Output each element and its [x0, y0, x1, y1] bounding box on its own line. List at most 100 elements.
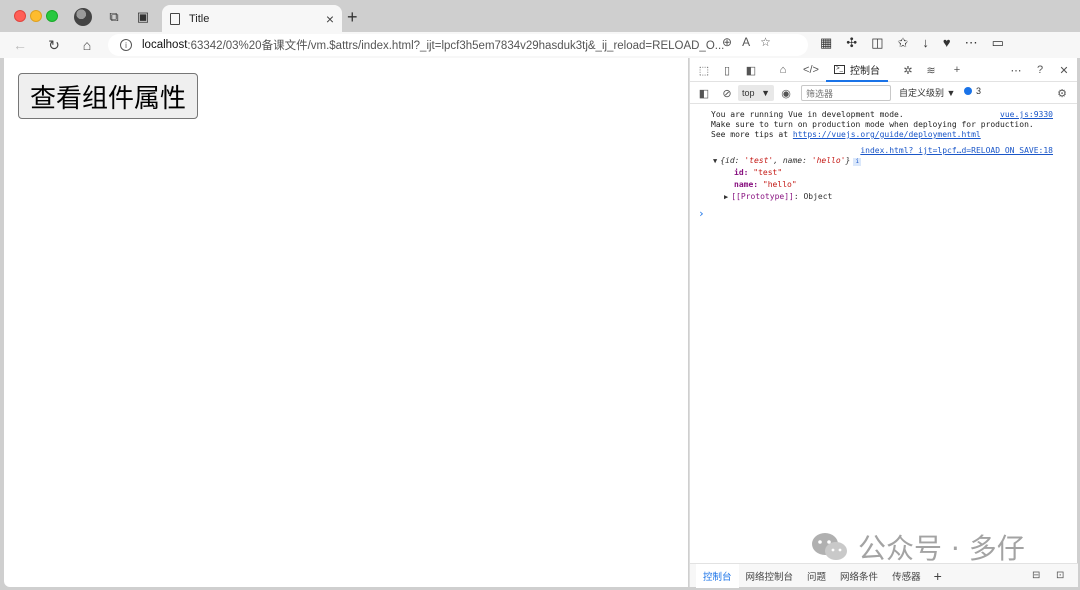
vue-dev-mode-line3: See more tips at https://vuejs.org/guide… [711, 130, 981, 140]
help-icon[interactable]: ? [1032, 62, 1048, 78]
read-aloud-icon[interactable]: A [742, 35, 750, 49]
context-value: top [742, 88, 755, 98]
inspect-element-icon[interactable]: ⬚ [696, 62, 712, 78]
browser-tab[interactable]: Title × [162, 5, 342, 32]
vue-dev-mode-line2: Make sure to turn on production mode whe… [711, 120, 1034, 129]
downloads-icon[interactable]: ↓ [922, 35, 929, 51]
vertical-tabs-icon[interactable]: ▣ [134, 8, 152, 26]
wechat-watermark: 公众号 · 多仔 [810, 527, 1025, 567]
issue-icon [964, 87, 972, 95]
debugger-bug-icon[interactable]: ✲ [900, 62, 916, 78]
vue-deployment-link[interactable]: https://vuejs.org/guide/deployment.html [793, 130, 981, 139]
issues-counter[interactable]: 3 [964, 86, 981, 96]
obj-name-value: 'hello' [811, 156, 846, 165]
close-devtools-icon[interactable]: ✕ [1056, 62, 1072, 78]
expand-triangle-icon[interactable]: ▼ [713, 157, 717, 165]
wechat-logo-icon [812, 533, 847, 560]
live-expression-eye-icon[interactable]: ◉ [778, 85, 794, 101]
close-window-button[interactable] [14, 10, 26, 22]
url-path: :63342/03%20备课文件/vm.$attrs/index.html?_i… [187, 40, 725, 52]
title-bar: ⧉ ▣ Title × + [0, 0, 1080, 32]
extension-icon[interactable]: ▦ [820, 35, 832, 51]
drawer-tab-issues[interactable]: 问题 [800, 564, 833, 588]
console-toolbar: ◧ ⊘ top ▼ ◉ 筛选器 自定义级别 ▼ 3 ⚙ [690, 82, 1077, 104]
sidebar-toggle-icon[interactable]: ▭ [992, 35, 1004, 51]
browser-essentials-icon[interactable]: ♥ [943, 35, 951, 51]
prop-id-key: id: [734, 168, 749, 177]
prop-name-key: name: [734, 180, 759, 189]
site-info-icon[interactable]: i [120, 39, 132, 51]
log-source-link[interactable]: index.html?_ijt=lpcf…d=RELOAD_ON_SAVE:18 [860, 146, 1053, 155]
refresh-button[interactable]: ↻ [44, 35, 64, 55]
console-icon: >_ [834, 64, 845, 74]
drawer-close-icon[interactable]: ⊡ [1056, 570, 1064, 581]
devtools-panel: ⬚ ▯ ◧ ⌂ </> >_ 控制台 ✲ ≋ + ⋯ ? ✕ ◧ ⊘ top ▼… [689, 58, 1078, 588]
close-tab-icon[interactable]: × [326, 11, 334, 27]
page-viewport: 查看组件属性 [4, 58, 688, 587]
dock-side-icon[interactable]: ◧ [743, 62, 759, 78]
minimize-window-button[interactable] [30, 10, 42, 22]
welcome-home-icon[interactable]: ⌂ [775, 62, 791, 78]
expand-right-triangle-icon[interactable]: ▶ [724, 193, 728, 201]
obj-mid: , name: [773, 156, 812, 165]
context-selector[interactable]: top ▼ [738, 85, 774, 101]
url-host: localhost [142, 39, 188, 51]
navigation-bar: ← ↻ ⌂ i localhost:63342/03%20备课文件/vm.$at… [0, 32, 1080, 58]
prop-name-row: name: "hello" [734, 180, 797, 189]
prop-name-value: "hello" [762, 180, 797, 189]
zoom-icon[interactable]: ⊕ [722, 35, 732, 49]
add-tool-icon[interactable]: + [949, 62, 965, 78]
profile-avatar[interactable] [74, 8, 92, 26]
address-bar[interactable]: i localhost:63342/03%20备课文件/vm.$attrs/in… [108, 34, 808, 56]
prototype-row[interactable]: ▶ [[Prototype]]: Object [724, 192, 832, 201]
watermark-text: 公众号 · 多仔 [858, 532, 1025, 565]
proto-value: : Object [793, 192, 833, 201]
maximize-window-button[interactable] [46, 10, 58, 22]
elements-code-icon[interactable]: </> [803, 62, 819, 78]
obj-id-value: 'test' [744, 156, 774, 165]
workspaces-icon[interactable]: ⧉ [105, 8, 123, 26]
document-icon [170, 12, 180, 25]
drawer-tab-network-console[interactable]: 网络控制台 [739, 564, 801, 588]
vue-source-link[interactable]: vue.js:9330 [1000, 110, 1053, 119]
home-button[interactable]: ⌂ [77, 35, 97, 55]
tab-console-label: 控制台 [850, 65, 880, 77]
new-tab-button[interactable]: + [347, 7, 358, 28]
add-drawer-tab-icon[interactable]: + [928, 568, 948, 584]
drawer-tab-console[interactable]: 控制台 [696, 563, 739, 588]
info-badge-icon[interactable]: i [853, 158, 862, 166]
console-sidebar-icon[interactable]: ◧ [696, 85, 712, 101]
devtools-toolbar: ⬚ ▯ ◧ ⌂ </> >_ 控制台 ✲ ≋ + ⋯ ? ✕ [690, 58, 1077, 82]
device-emulation-icon[interactable]: ▯ [719, 62, 735, 78]
drawer-tab-sensors[interactable]: 传感器 [885, 564, 928, 588]
tips-prefix: See more tips at [711, 130, 793, 139]
extensions-puzzle-icon[interactable]: ✣ [846, 35, 857, 51]
drawer-dock-icon[interactable]: ⊟ [1032, 570, 1040, 581]
more-tools-icon[interactable]: ⋯ [1008, 62, 1024, 78]
logged-object-summary[interactable]: ▼ {id: 'test', name: 'hello'} i [713, 156, 862, 166]
clear-console-icon[interactable]: ⊘ [719, 85, 735, 101]
chevron-down-icon: ▼ [761, 88, 770, 98]
prop-id-value: "test" [753, 168, 783, 177]
filter-placeholder: 筛选器 [806, 88, 834, 99]
proto-key: [[Prototype]] [731, 192, 794, 201]
console-filter-input[interactable]: 筛选器 [801, 85, 891, 101]
console-prompt[interactable]: › [698, 207, 705, 220]
drawer-tab-network-conditions[interactable]: 网络条件 [833, 564, 885, 588]
view-component-props-button[interactable]: 查看组件属性 [18, 73, 198, 119]
network-wifi-icon[interactable]: ≋ [923, 62, 939, 78]
obj-open: {id: [720, 156, 745, 165]
console-settings-gear-icon[interactable]: ⚙ [1054, 85, 1070, 101]
tab-title: Title [189, 12, 210, 25]
issues-count: 3 [976, 86, 982, 96]
favorites-icon[interactable]: ✩ [898, 35, 909, 51]
more-menu-icon[interactable]: ⋯ [965, 35, 978, 51]
prop-id-row: id: "test" [734, 168, 782, 177]
vue-dev-mode-line1: You are running Vue in development mode. [711, 110, 904, 119]
obj-close: } [845, 156, 851, 165]
favorite-star-icon[interactable]: ☆ [760, 35, 771, 49]
back-button[interactable]: ← [10, 35, 30, 55]
split-screen-icon[interactable]: ◫ [871, 35, 883, 51]
log-levels-dropdown[interactable]: 自定义级别 ▼ [899, 86, 955, 99]
tab-console[interactable]: >_ 控制台 [826, 58, 888, 82]
